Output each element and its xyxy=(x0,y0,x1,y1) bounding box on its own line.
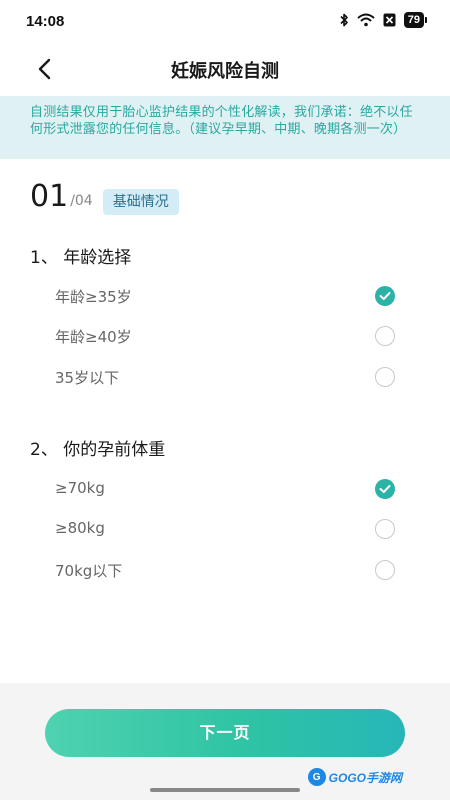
battery-icon: 79 xyxy=(403,12,428,28)
option-label: 年龄≥35岁 xyxy=(55,288,132,306)
option-age-40-plus[interactable]: 年龄≥40岁 xyxy=(0,316,450,356)
unchecked-radio-icon[interactable] xyxy=(375,367,395,387)
option-label: ≥80kg xyxy=(55,519,105,537)
option-age-35-plus[interactable]: 年龄≥35岁 xyxy=(0,276,450,316)
next-page-button[interactable]: 下一页 xyxy=(45,709,405,757)
unchecked-radio-icon[interactable] xyxy=(375,560,395,580)
option-label: ≥70kg xyxy=(55,479,105,497)
step-category-badge: 基础情况 xyxy=(102,189,179,215)
home-indicator[interactable] xyxy=(150,788,300,792)
watermark-logo-icon: G xyxy=(307,768,326,786)
page-title: 妊娠风险自测 xyxy=(171,61,279,82)
option-weight-80-plus[interactable]: ≥80kg xyxy=(0,509,450,549)
checked-radio-icon[interactable] xyxy=(375,286,395,306)
option-label: 35岁以下 xyxy=(55,369,120,387)
checked-radio-icon[interactable] xyxy=(375,479,395,499)
question-title: 2、 你的孕前体重 xyxy=(30,440,166,460)
unchecked-radio-icon[interactable] xyxy=(375,326,395,346)
privacy-notice-text: 自测结果仅用于胎心监护结果的个性化解读，我们承诺：绝不以任何形式泄露您的任何信息… xyxy=(30,105,413,137)
question-title: 1、 年龄选择 xyxy=(30,248,132,268)
watermark: G GOGO手游网 xyxy=(307,768,402,786)
watermark-text: GOGO手游网 xyxy=(328,770,402,785)
unchecked-radio-icon[interactable] xyxy=(375,519,395,539)
status-time: 14:08 xyxy=(26,13,65,30)
option-label: 70kg以下 xyxy=(55,562,123,580)
option-weight-70-plus[interactable]: ≥70kg xyxy=(0,469,450,509)
nav-bar: 妊娠风险自测 xyxy=(0,44,450,94)
option-age-under-35[interactable]: 35岁以下 xyxy=(0,357,450,397)
sim-off-icon xyxy=(383,13,396,27)
step-total: /04 xyxy=(70,193,93,209)
option-label: 年龄≥40岁 xyxy=(55,328,132,346)
privacy-notice: 自测结果仅用于胎心监护结果的个性化解读，我们承诺：绝不以任何形式泄露您的任何信息… xyxy=(0,96,450,159)
option-weight-under-70[interactable]: 70kg以下 xyxy=(0,550,450,590)
wifi-icon xyxy=(357,13,375,27)
step-indicator: 01 /04 基础情况 xyxy=(30,179,179,215)
status-icons: 79 xyxy=(339,12,428,28)
bluetooth-icon xyxy=(339,13,349,27)
step-current: 01 xyxy=(30,179,69,214)
status-bar: 14:08 79 xyxy=(0,0,450,44)
